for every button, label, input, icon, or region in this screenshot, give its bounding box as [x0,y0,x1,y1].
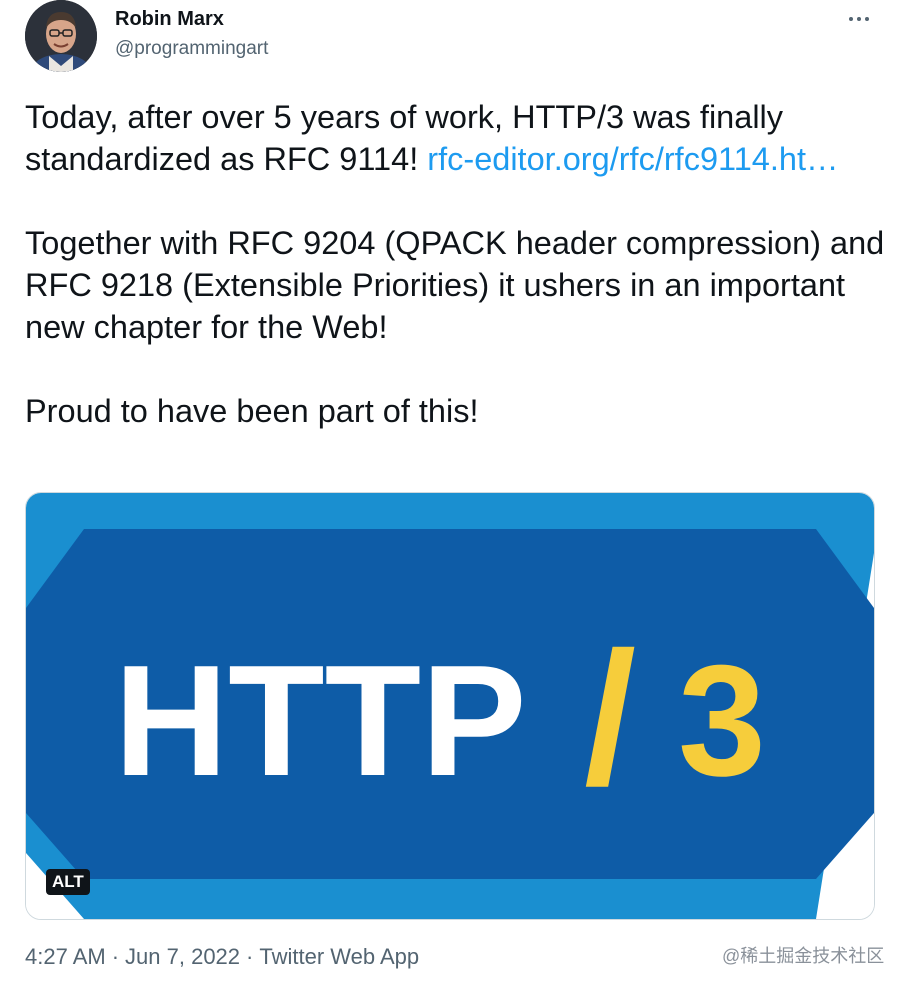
more-options-icon[interactable] [843,6,875,32]
tweet-time[interactable]: 4:27 AM [25,944,106,969]
meta-separator: · [111,944,120,969]
logo-text: HTTP [114,633,527,809]
tweet-paragraph: Today, after over 5 years of work, HTTP/… [25,96,885,180]
author-name[interactable]: Robin Marx [115,8,224,31]
tweet-link[interactable]: rfc-editor.org/rfc/rfc9114.ht… [427,141,838,177]
tweet-text: Today, after over 5 years of work, HTTP/… [25,96,885,432]
tweet-paragraph: Together with RFC 9204 (QPACK header com… [25,225,885,345]
logo-number: 3 [678,633,766,809]
logo-slash: / [584,613,636,823]
meta-separator: · [246,944,254,969]
tweet-date[interactable]: Jun 7, 2022 [125,944,240,969]
alt-badge[interactable]: ALT [46,869,90,895]
tweet-source[interactable]: Twitter Web App [259,944,419,969]
tweet-meta: 4:27 AM · Jun 7, 2022 · Twitter Web App [25,944,419,970]
avatar[interactable] [25,0,97,72]
author-handle[interactable]: @programmingart [115,38,268,60]
avatar-image [25,0,97,72]
http3-logo-image: HTTP / 3 [26,493,874,919]
tweet-media[interactable]: HTTP / 3 ALT [25,492,875,920]
tweet-paragraph: Proud to have been part of this! [25,393,479,429]
watermark: @稀土掘金技术社区 [722,946,885,966]
